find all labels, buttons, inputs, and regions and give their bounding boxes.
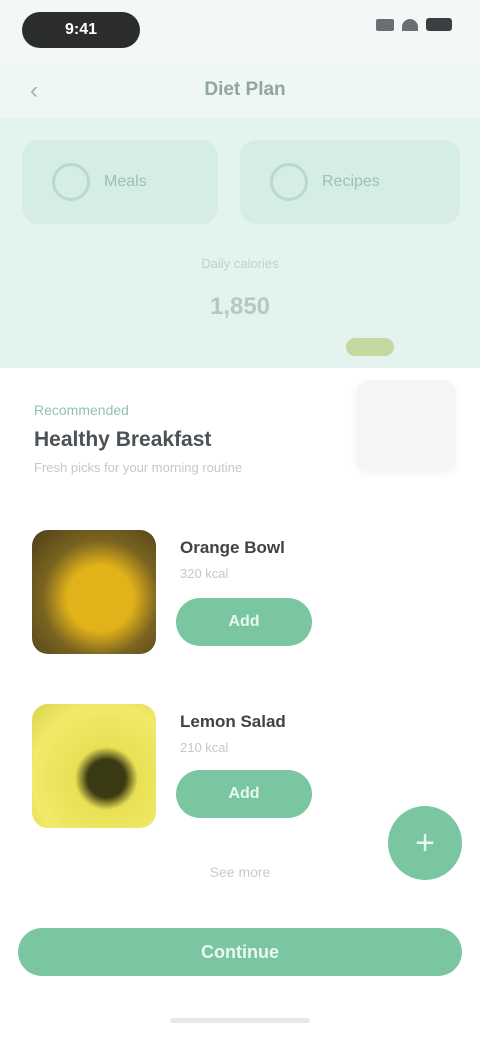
- segment-meals[interactable]: Meals: [22, 140, 218, 224]
- signal-icon: [376, 18, 394, 31]
- product-image[interactable]: [32, 530, 156, 654]
- status-time: 9:41: [22, 12, 140, 48]
- circle-icon: [270, 163, 308, 201]
- hero-caption: Daily calories: [201, 256, 279, 271]
- see-more-link[interactable]: See more: [190, 864, 290, 880]
- product-image[interactable]: [32, 704, 156, 828]
- card-overline: Recommended: [34, 402, 129, 418]
- segment-recipes[interactable]: Recipes: [240, 140, 460, 224]
- card-subtitle: Fresh picks for your morning routine: [34, 460, 243, 475]
- chevron-left-icon[interactable]: ‹: [30, 78, 56, 104]
- wifi-icon: [402, 18, 418, 31]
- add-fab-button[interactable]: +: [388, 806, 462, 880]
- card-thumbnail[interactable]: [356, 380, 456, 472]
- add-product-button[interactable]: Add: [176, 598, 312, 646]
- plus-icon: +: [415, 823, 435, 862]
- circle-icon: [52, 163, 90, 201]
- product-meta: 320 kcal: [180, 566, 229, 581]
- system-icons: [376, 18, 452, 31]
- continue-button[interactable]: Continue: [18, 928, 462, 976]
- add-product-button[interactable]: Add: [176, 770, 312, 818]
- product-name: Lemon Salad: [180, 712, 286, 731]
- hero-value: 1,850: [209, 293, 271, 320]
- segment-label: Recipes: [322, 173, 380, 190]
- product-meta: 210 kcal: [180, 740, 229, 755]
- product-name: Orange Bowl: [180, 538, 285, 557]
- segment-label: Meals: [104, 173, 147, 190]
- home-indicator: [170, 1018, 310, 1023]
- page-title: Diet Plan: [204, 79, 286, 100]
- battery-icon: [426, 18, 452, 31]
- card-title: Healthy Breakfast: [34, 428, 212, 451]
- hero-tag: [346, 338, 394, 356]
